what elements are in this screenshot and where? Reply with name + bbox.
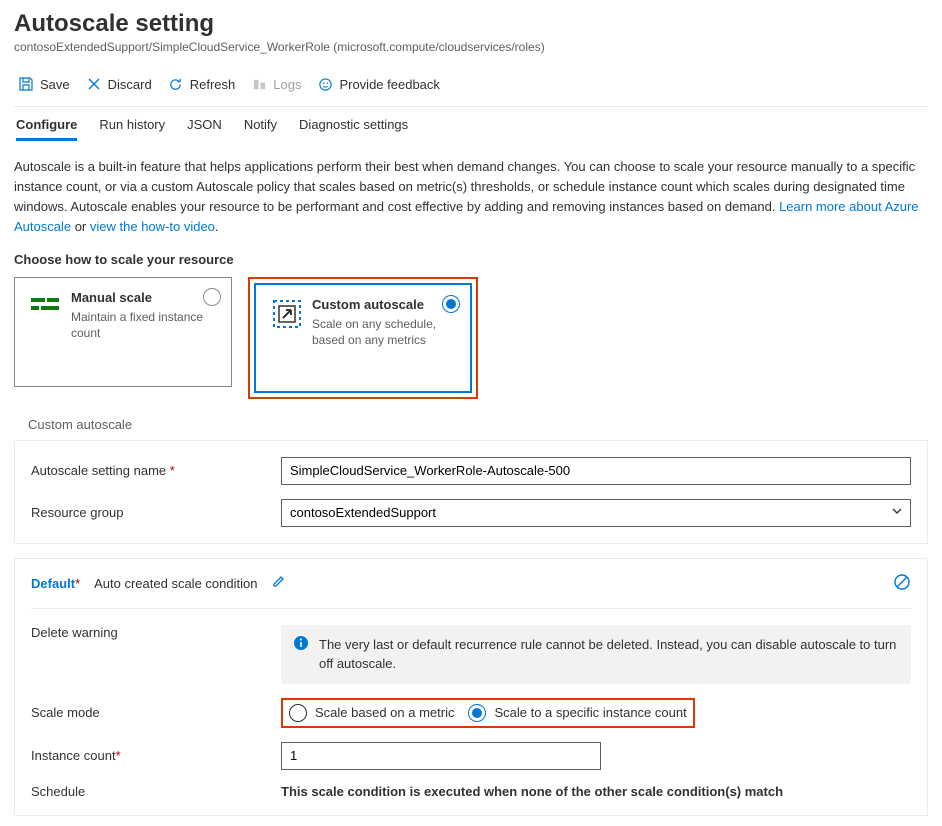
delete-warning-box: The very last or default recurrence rule… — [281, 625, 911, 684]
setting-name-label: Autoscale setting name * — [31, 463, 281, 478]
refresh-button[interactable]: Refresh — [168, 76, 236, 92]
tab-diagnostic[interactable]: Diagnostic settings — [299, 117, 408, 141]
choose-heading: Choose how to scale your resource — [14, 252, 928, 267]
condition-header: Default* Auto created scale condition — [31, 575, 911, 609]
resource-group-label: Resource group — [31, 505, 281, 520]
highlight-box-custom: Custom autoscale Scale on any schedule, … — [248, 277, 478, 399]
scale-mode-label: Scale mode — [31, 705, 281, 720]
tab-json[interactable]: JSON — [187, 117, 222, 141]
custom-desc: Scale on any schedule, based on any metr… — [312, 316, 456, 350]
manual-desc: Maintain a fixed instance count — [71, 309, 217, 343]
delete-warning-label: Delete warning — [31, 625, 281, 640]
resource-group-select[interactable] — [281, 499, 911, 527]
logs-button: Logs — [251, 76, 301, 92]
custom-radio[interactable] — [442, 295, 460, 313]
feedback-label: Provide feedback — [339, 77, 439, 92]
custom-autoscale-icon — [270, 297, 302, 329]
radio-icon — [468, 704, 486, 722]
manual-title: Manual scale — [71, 290, 217, 305]
settings-panel: Autoscale setting name * Resource group — [14, 440, 928, 544]
manual-scale-icon — [29, 290, 61, 322]
prohibit-icon[interactable] — [893, 573, 911, 594]
save-button[interactable]: Save — [18, 76, 70, 92]
manual-radio[interactable] — [203, 288, 221, 306]
setting-name-input[interactable] — [281, 457, 911, 485]
tab-configure[interactable]: Configure — [16, 117, 77, 141]
condition-panel: Default* Auto created scale condition De… — [14, 558, 928, 816]
discard-button[interactable]: Discard — [86, 76, 152, 92]
custom-section-label: Custom autoscale — [28, 417, 928, 432]
intro-text: Autoscale is a built-in feature that hel… — [14, 157, 928, 238]
breadcrumb: contosoExtendedSupport/SimpleCloudServic… — [14, 40, 928, 54]
schedule-note: This scale condition is executed when no… — [281, 784, 783, 799]
refresh-label: Refresh — [190, 77, 236, 92]
schedule-label: Schedule — [31, 784, 281, 799]
toolbar: Save Discard Refresh Logs Provide feedba… — [14, 68, 928, 107]
scale-count-radio[interactable]: Scale to a specific instance count — [468, 704, 686, 722]
refresh-icon — [168, 76, 184, 92]
logs-icon — [251, 76, 267, 92]
feedback-button[interactable]: Provide feedback — [317, 76, 439, 92]
scale-cards: Manual scale Maintain a fixed instance c… — [14, 277, 928, 399]
instance-count-input[interactable] — [281, 742, 601, 770]
highlight-box-scalemode: Scale based on a metric Scale to a speci… — [281, 698, 695, 728]
custom-autoscale-card[interactable]: Custom autoscale Scale on any schedule, … — [254, 283, 472, 393]
smiley-icon — [317, 76, 333, 92]
scale-metric-radio[interactable]: Scale based on a metric — [289, 704, 454, 722]
instance-count-label: Instance count* — [31, 748, 281, 763]
tab-run-history[interactable]: Run history — [99, 117, 165, 141]
manual-scale-card[interactable]: Manual scale Maintain a fixed instance c… — [14, 277, 232, 387]
radio-icon — [289, 704, 307, 722]
delete-warning-text: The very last or default recurrence rule… — [319, 635, 899, 674]
tab-notify[interactable]: Notify — [244, 117, 277, 141]
info-icon — [293, 635, 309, 651]
custom-title: Custom autoscale — [312, 297, 456, 312]
pencil-icon[interactable] — [271, 575, 285, 592]
condition-subtitle: Auto created scale condition — [94, 576, 257, 591]
discard-label: Discard — [108, 77, 152, 92]
page-title: Autoscale setting — [14, 10, 928, 38]
close-icon — [86, 76, 102, 92]
save-label: Save — [40, 77, 70, 92]
howto-video-link[interactable]: view the how-to video — [90, 219, 215, 234]
condition-title: Default* — [31, 576, 80, 591]
save-icon — [18, 76, 34, 92]
logs-label: Logs — [273, 77, 301, 92]
tabs: Configure Run history JSON Notify Diagno… — [14, 107, 928, 141]
